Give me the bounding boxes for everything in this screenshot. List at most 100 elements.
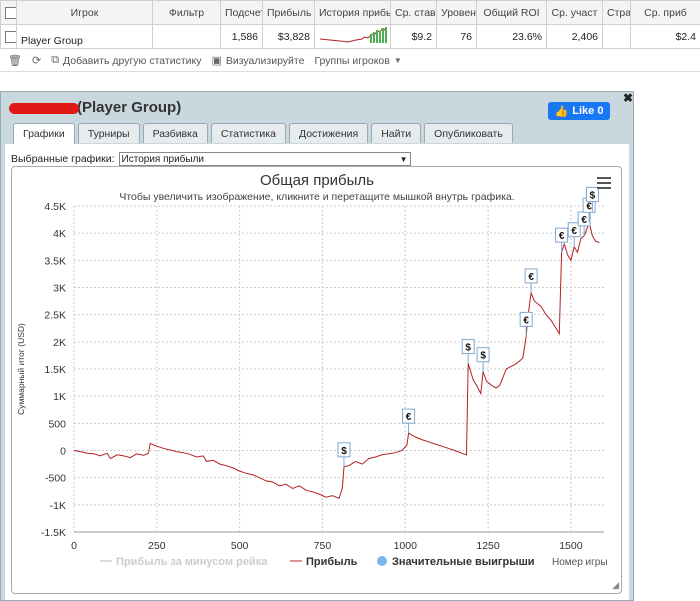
y-tick-label: 2K xyxy=(53,337,66,349)
panel-body: Выбранные графики: История прибыли ▼ Общ… xyxy=(5,144,629,600)
x-tick-label: 1500 xyxy=(559,540,583,552)
image-icon: ▣ xyxy=(211,55,222,67)
y-tick-label: 1.5K xyxy=(44,364,66,376)
close-icon[interactable]: ✖ xyxy=(621,92,635,106)
avg-stake-cell: $9.2 xyxy=(390,24,437,49)
big-win-flag-symbol: € xyxy=(406,412,412,423)
facebook-like-button[interactable]: 👍 Like 0 xyxy=(548,102,610,120)
big-win-flag-symbol: € xyxy=(523,315,529,326)
panel-header: (Player Group) xyxy=(1,92,633,122)
panel-tabs: Графики Турниры Разбивка Статистика Дост… xyxy=(13,123,513,144)
y-tick-label: 500 xyxy=(48,418,66,430)
tab-achievements[interactable]: Достижения xyxy=(288,123,369,143)
chart-subtitle: Чтобы увеличить изображение, кликните и … xyxy=(119,191,514,203)
select-all-checkbox-cell[interactable] xyxy=(0,0,17,25)
row-checkbox-cell[interactable] xyxy=(0,24,17,49)
tab-graphs[interactable]: Графики xyxy=(13,123,75,144)
y-tick-label: 3K xyxy=(53,283,66,295)
profit-history-sparkline[interactable] xyxy=(314,24,391,49)
select-all-checkbox[interactable] xyxy=(5,6,16,19)
col-avg-stake[interactable]: Ср. ставк xyxy=(390,0,437,25)
col-profit[interactable]: Прибыль xyxy=(262,0,315,25)
graph-select-value: История прибыли xyxy=(121,153,205,165)
y-tick-label: -1.5K xyxy=(41,527,66,539)
stats-toolbar: 🗑 ⟳ ⧉ Добавить другую статистику ▣ Визуа… xyxy=(0,50,700,72)
big-win-flag-symbol: € xyxy=(559,231,565,242)
big-win-flag-symbol: € xyxy=(586,201,592,212)
x-tick-label: 250 xyxy=(148,540,166,552)
y-tick-label: 4.5K xyxy=(44,201,66,213)
big-win-flag-symbol: € xyxy=(528,272,534,283)
x-axis-label: Номер игры xyxy=(552,557,608,568)
y-tick-label: -500 xyxy=(45,473,66,485)
y-axis-label: Суммарный итог (USD) xyxy=(16,323,26,415)
col-avg-profit[interactable]: Ср. приб xyxy=(630,0,700,25)
big-win-flag-symbol: $ xyxy=(465,343,471,354)
player-groups-label: Группы игроков xyxy=(314,54,390,67)
col-count[interactable]: Подсчет xyxy=(220,0,263,25)
y-tick-label: 2.5K xyxy=(44,310,66,322)
avg-participants-cell: 2,406 xyxy=(546,24,603,49)
profit-chart[interactable]: Общая прибыль Чтобы увеличить изображение… xyxy=(12,167,621,593)
redacted-title xyxy=(9,102,79,114)
y-tick-label: 3.5K xyxy=(44,255,66,267)
visualize-label: Визуализируйте xyxy=(225,54,305,67)
y-tick-label: 1K xyxy=(53,391,66,403)
visualize-button[interactable]: ▣ Визуализируйте xyxy=(211,54,305,68)
chart-container[interactable]: Общая прибыль Чтобы увеличить изображение… xyxy=(11,166,622,594)
big-win-flag-symbol: $ xyxy=(341,446,347,457)
level-cell: 76 xyxy=(436,24,477,49)
chart-menu-icon[interactable] xyxy=(597,177,611,192)
x-tick-label: 0 xyxy=(71,540,77,552)
graph-select[interactable]: История прибыли ▼ xyxy=(118,152,411,166)
col-level[interactable]: Уровен xyxy=(436,0,477,25)
profit-cell: $3,828 xyxy=(262,24,315,49)
profit-series-line xyxy=(73,220,600,499)
col-avg-participants[interactable]: Ср. участ xyxy=(546,0,603,25)
chart-title: Общая прибыль xyxy=(260,172,374,189)
add-stat-label: Добавить другую статистику xyxy=(63,54,202,67)
col-profit-history[interactable]: История прибы xyxy=(314,0,391,25)
tab-breakdown[interactable]: Разбивка xyxy=(142,123,208,143)
col-player[interactable]: Игрок xyxy=(16,0,153,25)
col-roi[interactable]: Общий ROI xyxy=(476,0,547,25)
panel-title: (Player Group) xyxy=(9,99,181,116)
thumbs-up-icon: 👍 xyxy=(554,105,569,118)
resize-grip-icon[interactable]: ◢ xyxy=(612,580,619,591)
player-name[interactable]: Player Group xyxy=(21,35,83,47)
tab-tournaments[interactable]: Турниры xyxy=(77,123,140,143)
tab-publish[interactable]: Опубликовать xyxy=(424,123,513,143)
graph-select-row: Выбранные графики: История прибыли ▼ xyxy=(11,152,411,166)
avg-profit-cell: $2.4 xyxy=(630,24,700,49)
y-tick-label: 4K xyxy=(53,228,66,240)
legend-profit-label: Прибыль xyxy=(306,556,358,568)
panel-title-text: (Player Group) xyxy=(77,98,182,116)
sparkline xyxy=(319,27,387,43)
player-groups-dropdown[interactable]: Группы игроков ▼ xyxy=(314,55,401,67)
y-tick-label: 0 xyxy=(60,446,66,458)
add-stat-button[interactable]: ⧉ Добавить другую статистику xyxy=(51,54,201,67)
big-win-flag-symbol: € xyxy=(581,215,587,226)
count-cell: 1,586 xyxy=(220,24,263,49)
legend-rake-label: Прибыль за минусом рейка xyxy=(116,556,268,568)
col-filter[interactable]: Фильтр xyxy=(152,0,221,25)
big-win-flag-symbol: € xyxy=(571,226,577,237)
roi-cell: 23.6% xyxy=(476,24,547,49)
row-checkbox[interactable] xyxy=(5,30,16,43)
filter-cell xyxy=(152,24,221,49)
add-column-icon: ⧉ xyxy=(51,54,60,66)
y-tick-label: -1K xyxy=(50,500,66,512)
x-tick-label: 500 xyxy=(231,540,249,552)
col-country[interactable]: Стра xyxy=(602,0,631,25)
trash-icon[interactable]: 🗑 xyxy=(8,54,22,67)
player-cell[interactable]: Player Group xyxy=(16,24,153,49)
tab-find[interactable]: Найти xyxy=(371,123,422,143)
x-tick-label: 1000 xyxy=(394,540,418,552)
tab-statistics[interactable]: Статистика xyxy=(210,123,286,143)
big-win-flag-symbol: $ xyxy=(590,190,596,201)
x-tick-label: 750 xyxy=(314,540,332,552)
like-label: Like 0 xyxy=(572,105,604,117)
table-row[interactable]: Player Group 1,586 $3,828 $9.2 76 23.6% … xyxy=(0,24,700,49)
refresh-icon[interactable]: ⟳ xyxy=(32,54,41,67)
legend-bigwins-swatch xyxy=(377,556,387,566)
